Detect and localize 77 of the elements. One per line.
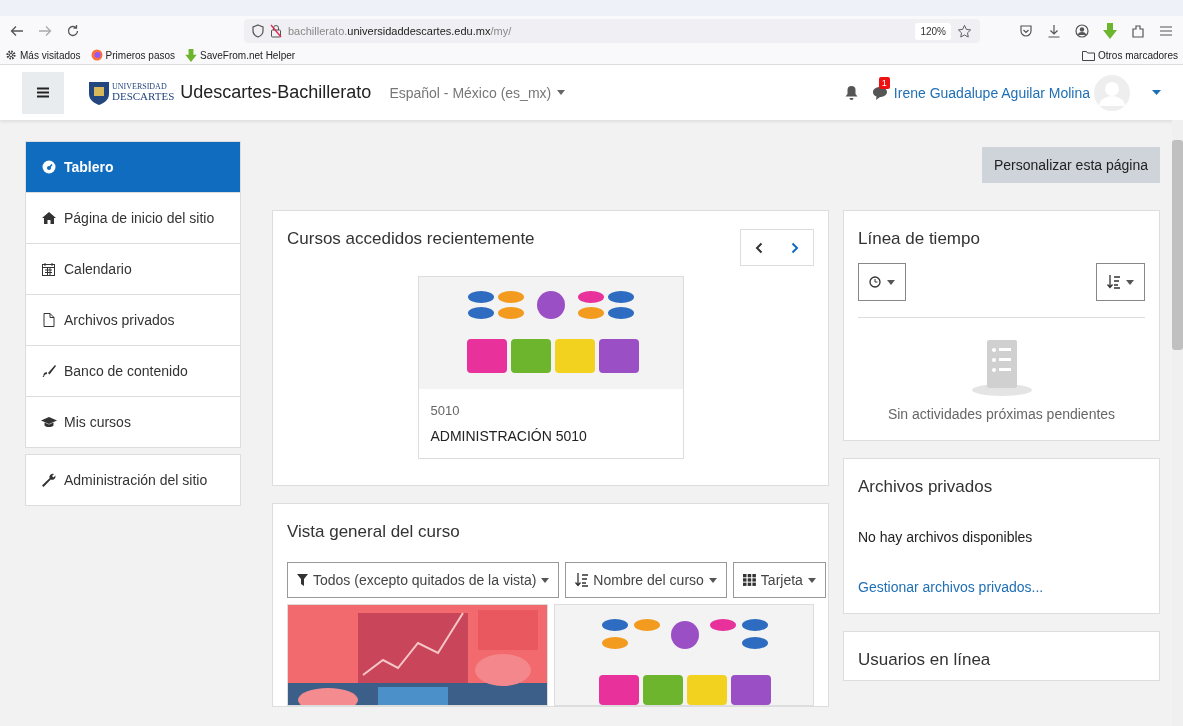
crest-icon[interactable]	[88, 79, 110, 106]
file-icon	[41, 313, 57, 327]
firefox-icon[interactable]	[90, 49, 103, 61]
sidebar-item[interactable]: Administración del sitio	[26, 455, 240, 505]
reload-icon[interactable]	[66, 24, 80, 38]
address-bar[interactable]: bachillerato.universidaddescartes.edu.mx/my/ 120%	[244, 19, 980, 43]
caret-icon	[807, 577, 816, 583]
zoom-level[interactable]: 120%	[915, 22, 951, 40]
caret-icon	[1126, 279, 1134, 285]
card-title: Archivos privados	[858, 477, 994, 497]
filter-dropdown[interactable]: Todos (excepto quitados de la vista)	[287, 562, 560, 598]
menu-icon	[37, 87, 49, 98]
course-card[interactable]: 5010 ADMINISTRACIÓN 5010	[417, 276, 684, 459]
sort-icon	[1107, 275, 1120, 289]
account-icon[interactable]	[1075, 24, 1089, 38]
course-category: 5010	[430, 403, 461, 418]
brush-icon	[41, 364, 57, 378]
empty-message: Sin actividades próximas pendientes	[887, 406, 1116, 422]
filter-dropdown[interactable]: Tarjeta	[732, 562, 826, 598]
caret-icon	[887, 279, 895, 285]
wrench-icon	[41, 473, 57, 487]
bell-icon[interactable]	[844, 85, 858, 100]
empty-list-icon	[969, 340, 1034, 396]
graduation-cap-icon	[41, 415, 57, 429]
sidebar-item[interactable]: Calendario	[26, 244, 240, 295]
shield-icon[interactable]	[252, 24, 264, 38]
sidebar-item[interactable]: Página de inicio del sitio	[26, 193, 240, 244]
message-count-badge: 1	[878, 77, 890, 89]
bookmark[interactable]: Primeros pasos	[105, 49, 176, 61]
card-title: Línea de tiempo	[858, 229, 981, 249]
calendar-icon	[41, 262, 57, 276]
clock-icon	[869, 276, 881, 288]
caret-icon[interactable]	[557, 90, 566, 95]
home-icon	[41, 211, 57, 225]
course-name[interactable]: ADMINISTRACIÓN 5010	[430, 428, 671, 444]
insecure-lock-icon[interactable]	[270, 24, 282, 38]
card-title: Vista general del curso	[287, 522, 461, 542]
extensions-icon[interactable]	[1131, 24, 1145, 38]
sidebar-item[interactable]: Mis cursos	[26, 397, 240, 447]
grid-icon	[742, 574, 756, 586]
date-filter-dropdown[interactable]	[858, 263, 906, 301]
language-menu[interactable]: Español - México (es_mx)	[389, 84, 552, 101]
sidebar-item[interactable]: Archivos privados	[26, 295, 240, 346]
caret-icon	[708, 577, 717, 583]
empty-message: No hay archivos disponibles	[858, 529, 1034, 545]
url-text[interactable]: bachillerato.universidaddescartes.edu.mx/my/	[288, 25, 910, 37]
customize-page-button[interactable]: Personalizar esta página	[981, 147, 1160, 183]
manage-files-link[interactable]: Gestionar archivos privados...	[858, 579, 1145, 595]
sort-icon	[575, 573, 589, 587]
download-icon[interactable]	[1047, 24, 1061, 38]
card-title: Usuarios en línea	[858, 650, 992, 670]
sidebar-item[interactable]: Tablero	[26, 142, 240, 193]
filter-dropdown[interactable]: Nombre del curso	[565, 562, 727, 598]
chat-icon[interactable]	[871, 85, 888, 100]
bookmark-folder[interactable]: Otros marcadores	[1097, 49, 1178, 61]
caret-icon	[541, 577, 550, 583]
dashboard-icon	[41, 160, 57, 174]
user-name[interactable]: Irene Guadalupe Aguilar Molina	[893, 84, 1090, 101]
star-icon[interactable]	[957, 23, 972, 39]
chevron-left-icon	[755, 241, 763, 254]
chevron-right-icon	[791, 241, 799, 254]
logo-text[interactable]: UNIVERSIDAD	[112, 83, 175, 91]
bookmark[interactable]: Más visitados	[20, 49, 81, 61]
logo-text[interactable]: DESCARTES	[112, 91, 175, 102]
filter-icon	[297, 574, 308, 586]
back-icon[interactable]	[10, 25, 24, 37]
folder-icon[interactable]	[1081, 49, 1095, 61]
sidebar-item[interactable]: Banco de contenido	[26, 346, 240, 397]
bookmark[interactable]: SaveFrom.net Helper	[200, 49, 296, 61]
menu-button[interactable]	[22, 71, 64, 114]
caret-icon[interactable]	[1152, 90, 1161, 95]
scrollbar-thumb[interactable]	[1172, 140, 1183, 350]
gear-icon[interactable]	[5, 49, 17, 61]
sort-dropdown[interactable]	[1096, 263, 1145, 301]
pocket-icon[interactable]	[1019, 24, 1033, 38]
card-title: Cursos accedidos recientemente	[287, 229, 535, 249]
site-name[interactable]: Udescartes-Bachillerato	[180, 82, 372, 103]
